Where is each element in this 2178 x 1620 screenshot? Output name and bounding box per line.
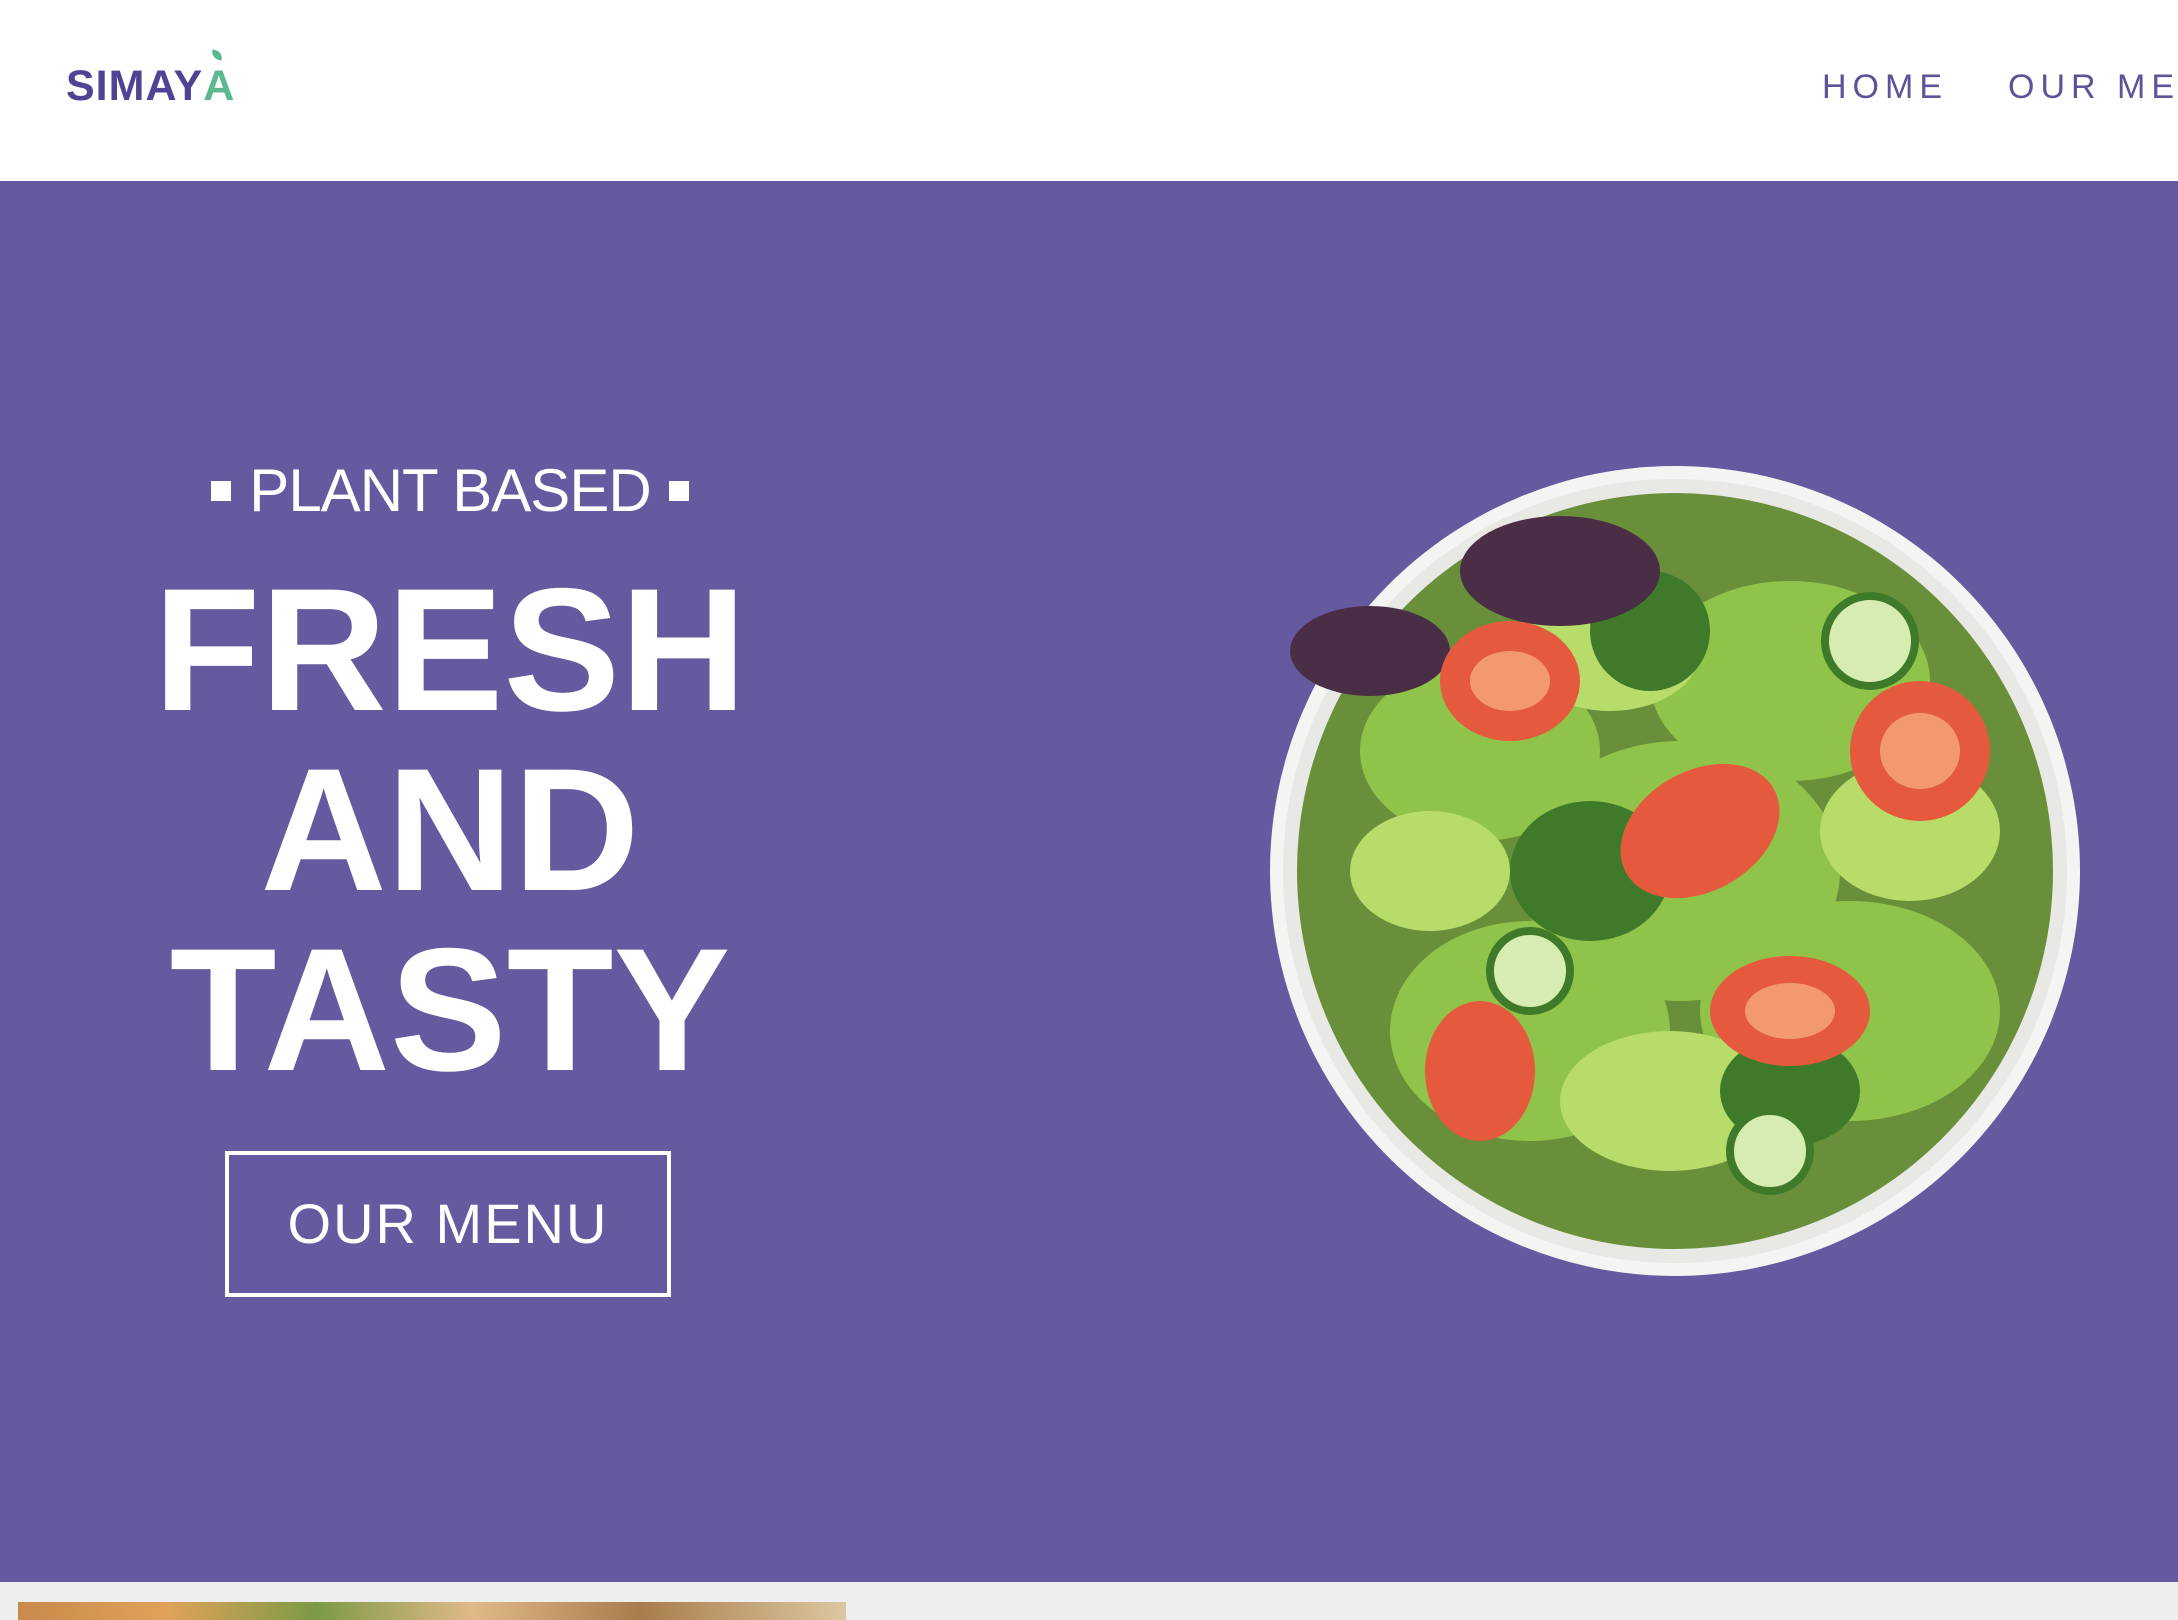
square-bullet-icon — [668, 481, 689, 501]
hero-copy: PLANT BASED FRESH AND TASTY OUR MENU — [70, 461, 830, 1297]
brand-logo[interactable]: SIMAY A — [66, 49, 236, 110]
leaf-icon — [210, 49, 225, 61]
brand-logo-accent: A — [203, 49, 236, 110]
brand-logo-text: SIMAY — [66, 62, 204, 110]
main-nav: HOME OUR MEN — [1822, 68, 2178, 107]
hero-headline-line: AND — [260, 733, 640, 928]
brand-logo-accent-letter: A — [203, 62, 236, 110]
hero-headline: FRESH AND TASTY — [70, 561, 830, 1101]
hero-headline-line: TASTY — [169, 913, 731, 1108]
nav-item-our-menu[interactable]: OUR MEN — [2008, 68, 2178, 107]
site-header: SIMAYA HOME OUR MEN — [0, 0, 2178, 181]
hero-section: PLANT BASED FRESH AND TASTY OUR MENU — [0, 181, 2178, 1582]
hero-headline-line: FRESH — [153, 553, 747, 748]
food-image-preview — [18, 1602, 846, 1620]
our-menu-button[interactable]: OUR MENU — [225, 1151, 671, 1297]
nav-item-home[interactable]: HOME — [1822, 68, 1948, 107]
next-section-preview — [0, 1582, 2178, 1620]
square-bullet-icon — [211, 481, 232, 501]
salad-bowl-image — [1230, 451, 2090, 1291]
hero-eyebrow-text: PLANT BASED — [249, 457, 651, 524]
hero-eyebrow: PLANT BASED — [211, 457, 689, 524]
